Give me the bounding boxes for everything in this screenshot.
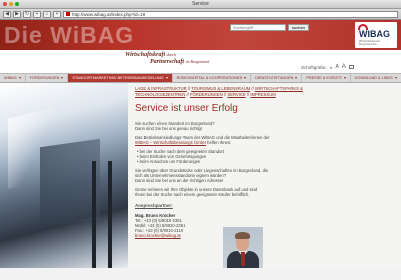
list-item: • beim Ansuchen um Förderungen: [137, 159, 201, 164]
font-size-medium-link[interactable]: A: [335, 64, 338, 70]
building-photo: [0, 83, 128, 268]
nav-item-label: FÖRDERUNGEN: [29, 75, 60, 80]
breadcrumb-foerderungen[interactable]: FÖRDERUNGEN: [190, 92, 223, 97]
team-paragraph: Das Betriebsansiedlungs-Team der WiBAG u…: [135, 135, 393, 145]
home-icon[interactable]: ⌂: [43, 10, 51, 18]
nav-item-label: PRESSE & EVENTS: [306, 75, 342, 80]
tagline-line2-small: im Burgenland: [185, 59, 210, 64]
main-navigation: WIBAG FÖRDERUNGEN STANDORTMARKETING/ BET…: [0, 74, 401, 83]
service-list: • bei der Suche nach dem geeigneten Stan…: [135, 149, 393, 164]
contact-block: Mag. Bruno Krocher Tel.: +43 (0) 5/9010-…: [135, 213, 393, 238]
forward-icon[interactable]: ▶: [13, 10, 21, 18]
nav-item-label: RISIKOKAPITAL & KOOPERATIONEN: [176, 75, 243, 80]
breadcrumb-tourismus[interactable]: TOURISMUS & LEBENSRAUM: [191, 86, 250, 91]
add-bookmark-icon[interactable]: +: [33, 10, 41, 18]
chevron-down-icon: [295, 77, 298, 79]
breadcrumb: LAGE & INFRASTRUKTUR // TOURISMUS & LEBE…: [135, 86, 303, 97]
breadcrumb-lage[interactable]: LAGE & INFRASTRUKTUR: [135, 86, 187, 91]
font-size-label: Schriftgröße:: [301, 64, 327, 70]
nav-item-risikokapital[interactable]: RISIKOKAPITAL & KOOPERATIONEN: [173, 74, 252, 82]
window-title: Service: [192, 1, 209, 7]
portrait-hair: [235, 232, 250, 239]
logo-subtitle: Wirtschaftsservice Burgenland AG: [359, 40, 381, 46]
nav-item-wibag[interactable]: WIBAG: [0, 74, 26, 82]
print-icon[interactable]: [348, 65, 354, 69]
tagline-line1-main: Wirtschaftskraft: [125, 52, 166, 58]
search-button[interactable]: suchen: [288, 24, 309, 31]
window-controls: [3, 2, 19, 6]
font-size-large-link[interactable]: A: [342, 64, 346, 70]
zoom-window-icon[interactable]: [15, 2, 19, 6]
photo-pillar: [92, 161, 96, 268]
wibag-logo[interactable]: WIBAG Wirtschaftsservice Burgenland AG: [355, 22, 397, 48]
search-form: suchen: [230, 24, 309, 31]
chevron-down-icon: [394, 77, 397, 79]
database-line: Ihnen bei der Suche nach einem geeignete…: [135, 192, 250, 197]
contact-portrait: [223, 227, 263, 268]
property-paragraph: Sie verfügen über Grundstücke oder Liege…: [135, 168, 393, 183]
breadcrumb-impressum[interactable]: IMPRESSUM: [250, 92, 275, 97]
breadcrumb-service[interactable]: SERVICE: [227, 92, 245, 97]
nav-item-dienstleistungen[interactable]: DIENSTLEISTUNGEN: [251, 74, 303, 82]
address-bar[interactable]: http://www.wibag.at/index.php?id=19: [63, 10, 398, 18]
logo-name: WIBAG: [359, 29, 390, 39]
photo-pillar: [108, 161, 112, 268]
nav-item-download[interactable]: DOWNLOAD & LINKS: [351, 74, 401, 82]
nav-item-standortmarketing[interactable]: STANDORTMARKETING/ BETRIEBSANSIEDELUNG: [68, 74, 173, 82]
nav-item-presse[interactable]: PRESSE & EVENTS: [302, 74, 351, 82]
back-icon[interactable]: ◀: [3, 10, 11, 18]
minimize-window-icon[interactable]: [9, 2, 13, 6]
close-window-icon[interactable]: [3, 2, 7, 6]
new-tab-icon[interactable]: +: [53, 10, 61, 18]
page-title: Service ist unser Erfolg: [135, 103, 238, 114]
reload-icon[interactable]: ↻: [23, 10, 31, 18]
chevron-down-icon: [343, 77, 346, 79]
font-size-controls: Schriftgröße: A A A: [301, 64, 354, 70]
chevron-down-icon: [165, 77, 168, 79]
team-text-end: helfen Ihnen:: [207, 140, 232, 145]
main-content-area: LAGE & INFRASTRUKTUR // TOURISMUS & LEBE…: [0, 83, 401, 268]
chevron-down-icon: [18, 77, 21, 79]
tagline-line2: Partnerschaft im Burgenland: [150, 59, 209, 65]
nav-item-label: STANDORTMARKETING/ BETRIEBSANSIEDELUNG: [72, 75, 164, 80]
chevron-down-icon: [244, 77, 247, 79]
contact-email-link[interactable]: bruno.krocher@wibag.at: [135, 233, 393, 238]
article: LAGE & INFRASTRUKTUR // TOURISMUS & LEBE…: [135, 86, 393, 268]
chevron-down-icon: [61, 77, 64, 79]
tagline-line1-small: durch: [166, 52, 176, 57]
search-input[interactable]: [230, 24, 286, 31]
nav-item-foerderungen[interactable]: FÖRDERUNGEN: [26, 74, 69, 82]
breadcrumb-technologiezentren[interactable]: TECHNOLOGIEZENTREN: [135, 92, 185, 97]
tagline-bar: Wirtschaftskraft durch Partnerschaft im …: [0, 50, 401, 74]
intro-paragraph: Sie suchen einen Standort im Burgenland?…: [135, 121, 393, 131]
tagline-line1: Wirtschaftskraft durch: [125, 52, 176, 58]
browser-toolbar: ◀ ▶ ↻ + ⌂ + http://www.wibag.at/index.ph…: [0, 9, 401, 20]
property-line: Dann sind Sie bei uns an der richtigen A…: [135, 178, 224, 183]
contact-heading: Ansprechpartner:: [135, 203, 173, 208]
nav-item-label: WIBAG: [4, 75, 17, 80]
site-header: Die WiBAG suchen WIBAG Wirtschaftsservic…: [0, 20, 401, 50]
tagline-line2-main: Partnerschaft: [150, 59, 185, 65]
wibag-beratung-link[interactable]: WiBAG – Wirtschaftsberatungs GmbH: [135, 140, 206, 145]
site-title: Die WiBAG: [4, 22, 135, 48]
nav-item-label: DIENSTLEISTUNGEN: [255, 75, 294, 80]
favicon-icon: [66, 12, 70, 16]
nav-item-label: DOWNLOAD & LINKS: [354, 75, 393, 80]
database-paragraph: Gerne nehmen wir Ihre Objekte in unsere …: [135, 187, 393, 197]
font-size-small-link[interactable]: A: [330, 65, 333, 70]
breadcrumb-wirtschaftsparks[interactable]: WIRTSCHAFTSPARKS &: [255, 86, 303, 91]
window-titlebar: Service: [0, 0, 401, 9]
photo-glass-facade: [40, 138, 100, 228]
intro-line: Dann sind Sie bei uns genau richtig!: [135, 126, 203, 131]
portrait-tie: [241, 252, 245, 266]
address-url: http://www.wibag.at/index.php?id=19: [72, 11, 146, 17]
